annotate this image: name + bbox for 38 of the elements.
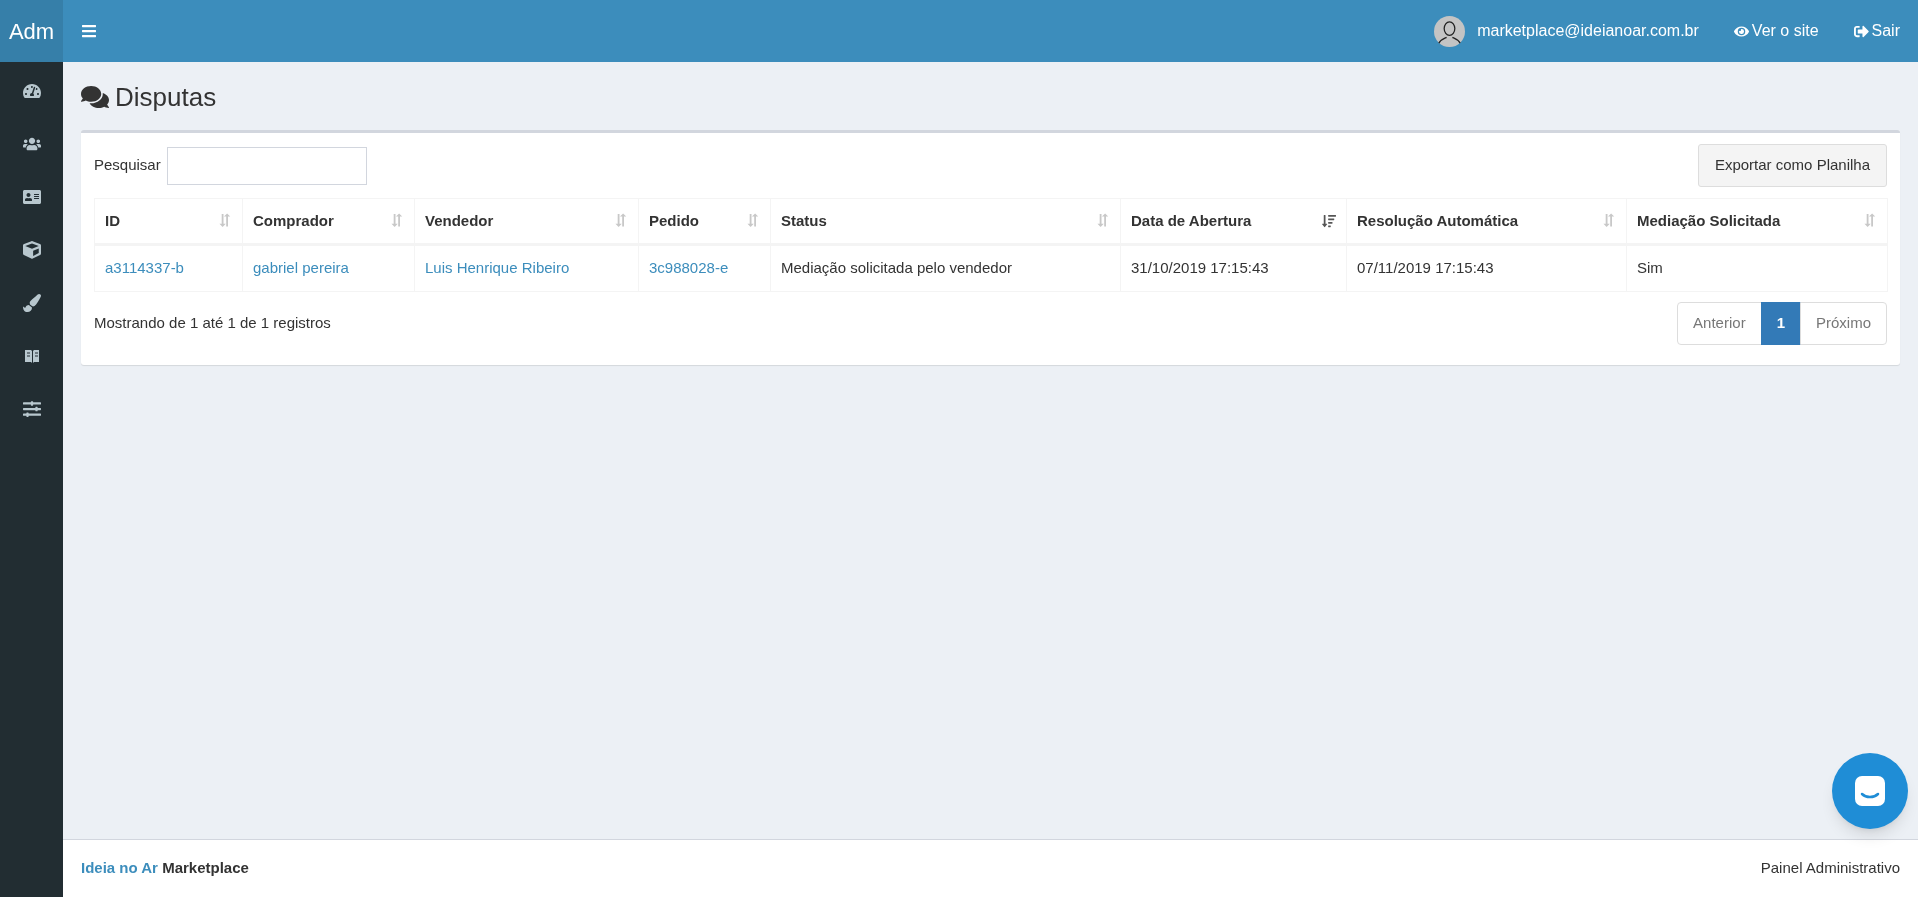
chat-button[interactable] [1832, 753, 1908, 829]
chat-icon [1853, 774, 1887, 808]
table-link[interactable]: a3114337-b [105, 259, 184, 277]
users-icon[interactable] [22, 135, 41, 153]
sign-out-icon [1853, 23, 1869, 39]
previous-button[interactable]: Anterior [1677, 302, 1762, 345]
page-title: Disputas [115, 81, 217, 114]
gauge-icon[interactable] [22, 82, 41, 100]
next-button[interactable]: Próximo [1800, 302, 1887, 345]
menu-icon[interactable] [81, 23, 97, 39]
column-header[interactable]: Status [781, 209, 827, 233]
brand-logo[interactable]: Adm [0, 0, 63, 62]
nav-link[interactable]: Sair [1853, 19, 1900, 43]
nav-link[interactable]: Ver o site [1733, 19, 1819, 43]
column-header[interactable]: ID [105, 209, 120, 233]
brush-icon[interactable] [22, 294, 41, 312]
search-field[interactable] [166, 146, 367, 185]
sort-descending-icon[interactable] [1322, 214, 1336, 228]
table-cell: Mediação solicitada pelo vendedor [781, 259, 1012, 277]
table-info: Mostrando de 1 até 1 de 1 registros [94, 313, 331, 334]
footer-brand: Ideia no Ar Marketplace [81, 858, 249, 879]
id-card-icon[interactable] [22, 188, 41, 206]
user-avatar-icon [1434, 15, 1466, 47]
cube-icon[interactable] [22, 241, 41, 259]
page-button[interactable]: 1 [1760, 302, 1801, 345]
column-header[interactable]: Pedido [649, 209, 699, 233]
table-cell: 07/11/2019 17:15:43 [1357, 259, 1494, 277]
sliders-icon[interactable] [22, 400, 41, 418]
book-icon[interactable] [22, 347, 41, 365]
footer-text: Painel Administrativo [1760, 858, 1900, 879]
export-button[interactable]: Exportar como Planilha [1697, 144, 1887, 187]
comments-icon [81, 83, 109, 111]
column-header[interactable]: Vendedor [425, 209, 494, 233]
search-label: Pesquisar [94, 155, 161, 176]
table-cell: 31/10/2019 17:15:43 [1131, 259, 1269, 277]
footer-link[interactable]: Ideia no Ar [81, 859, 158, 877]
user-email[interactable]: marketplace@ideianoar.com.br [1477, 19, 1699, 43]
table-cell: Sim [1637, 259, 1663, 277]
